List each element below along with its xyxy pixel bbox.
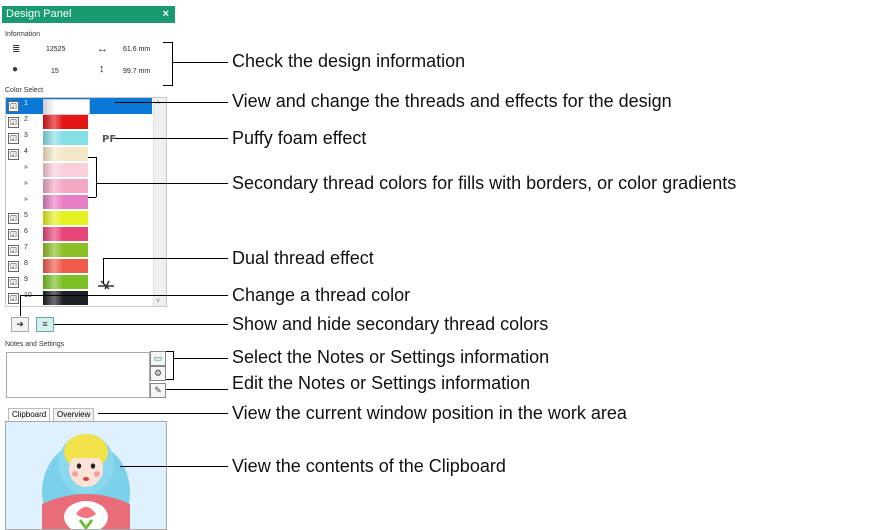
thread-color-swatch[interactable] bbox=[43, 243, 88, 257]
thread-visibility-checkbox[interactable]: ☑ bbox=[8, 277, 19, 288]
thread-color-swatch[interactable] bbox=[43, 163, 88, 177]
notes-text-area[interactable] bbox=[6, 352, 150, 398]
callout-overview-window: View the current window position in the … bbox=[232, 403, 627, 423]
thread-number: » bbox=[24, 164, 28, 171]
notes-settings-label: Notes and Settings bbox=[5, 341, 65, 348]
thread-color-swatch[interactable] bbox=[43, 275, 88, 289]
dual-thread-icon bbox=[98, 280, 114, 290]
thread-visibility-checkbox[interactable]: ☑ bbox=[8, 117, 19, 128]
clipboard-preview bbox=[5, 421, 167, 530]
height-arrow-icon: ↕ bbox=[99, 63, 105, 75]
callout-secondary-colors: Secondary thread colors for fills with b… bbox=[232, 173, 737, 193]
thread-color-swatch[interactable] bbox=[43, 115, 88, 129]
callout-dual-thread: Dual thread effect bbox=[232, 248, 374, 268]
thread-visibility-checkbox[interactable]: ☑ bbox=[8, 149, 19, 160]
thread-visibility-checkbox[interactable]: ☑ bbox=[8, 261, 19, 272]
thread-visibility-checkbox[interactable]: ☑ bbox=[8, 245, 19, 256]
thread-number: 1 bbox=[24, 100, 28, 107]
design-width: 61.6 mm bbox=[123, 46, 151, 53]
information-label: Information bbox=[5, 31, 41, 38]
panel-title-bar: Design Panel × bbox=[2, 6, 175, 23]
thread-number: 8 bbox=[24, 260, 28, 267]
thread-color-swatch[interactable] bbox=[43, 195, 88, 209]
color-count: 15 bbox=[51, 68, 59, 75]
close-icon[interactable]: × bbox=[163, 6, 169, 23]
color-select-list[interactable]: ☑1☑2☑3☑4»»»☑5☑6☑7☑8☑9☑10☑11 ˄ ˅ PF bbox=[5, 97, 167, 307]
callout-edit-notes-settings: Edit the Notes or Settings information bbox=[232, 373, 531, 393]
gear-icon[interactable]: ⚙ bbox=[150, 366, 166, 381]
pencil-icon[interactable]: ✎ bbox=[150, 383, 166, 398]
width-arrow-icon: ↔ bbox=[97, 43, 108, 55]
thread-row[interactable]: ☑ 5 bbox=[6, 210, 152, 226]
stitches-icon: ≣ bbox=[12, 44, 21, 55]
stitch-count: 12525 bbox=[46, 46, 66, 53]
thread-visibility-checkbox[interactable]: ☑ bbox=[8, 293, 19, 304]
thread-visibility-checkbox[interactable]: ☑ bbox=[8, 229, 19, 240]
callout-show-hide-secondary: Show and hide secondary thread colors bbox=[232, 314, 549, 334]
thread-row[interactable]: ☑ 7 bbox=[6, 242, 152, 258]
thread-visibility-checkbox[interactable]: ☑ bbox=[8, 213, 19, 224]
design-height: 99.7 mm bbox=[123, 68, 151, 75]
thread-color-swatch[interactable] bbox=[43, 131, 88, 145]
scroll-down-icon[interactable]: ˅ bbox=[156, 298, 160, 305]
thread-color-swatch[interactable] bbox=[43, 147, 88, 161]
thread-row[interactable]: ☑ 2 bbox=[6, 114, 152, 130]
thread-visibility-checkbox[interactable]: ☑ bbox=[8, 101, 19, 112]
color-select-label: Color Select bbox=[5, 87, 44, 94]
thread-row[interactable]: ☑ 1 bbox=[6, 98, 152, 115]
color-list-scrollbar[interactable]: ˄ ˅ bbox=[153, 98, 166, 306]
secondary-colors-toggle-icon[interactable]: ≡ bbox=[36, 317, 54, 332]
thread-number: 9 bbox=[24, 276, 28, 283]
matryoshka-doll-image bbox=[42, 434, 130, 529]
thread-number: 5 bbox=[24, 212, 28, 219]
thread-color-swatch[interactable] bbox=[43, 179, 88, 193]
thread-number: » bbox=[24, 196, 28, 203]
callout-design-information: Check the design information bbox=[232, 51, 466, 71]
thread-row[interactable]: » bbox=[6, 194, 152, 210]
thread-row[interactable]: » bbox=[6, 162, 152, 178]
thread-row[interactable]: ☑ 9 bbox=[6, 274, 152, 290]
thread-color-swatch[interactable] bbox=[43, 99, 90, 115]
thread-row[interactable]: ☑ 6 bbox=[6, 226, 152, 242]
thread-row[interactable]: ☑11 bbox=[6, 306, 152, 307]
tab-overview[interactable]: Overview bbox=[53, 408, 95, 421]
change-thread-color-icon[interactable]: ➜ bbox=[11, 317, 29, 332]
panel-title: Design Panel bbox=[6, 8, 72, 20]
thread-color-swatch[interactable] bbox=[43, 211, 88, 225]
tab-clipboard[interactable]: Clipboard bbox=[8, 408, 51, 421]
thread-color-swatch[interactable] bbox=[43, 227, 88, 241]
thread-number: 6 bbox=[24, 228, 28, 235]
palette-icon: ● bbox=[12, 64, 19, 75]
thread-number: » bbox=[24, 180, 28, 187]
thread-color-swatch[interactable] bbox=[43, 291, 88, 305]
puffy-foam-badge: PF bbox=[102, 134, 117, 145]
thread-number: 3 bbox=[24, 132, 28, 139]
thread-row[interactable]: ☑10 bbox=[6, 290, 152, 306]
thread-number: 7 bbox=[24, 244, 28, 251]
thread-number: 2 bbox=[24, 116, 28, 123]
thread-row[interactable]: ☑ 4 bbox=[6, 146, 152, 162]
thread-row[interactable]: » bbox=[6, 178, 152, 194]
callout-threads-effects: View and change the threads and effects … bbox=[232, 91, 672, 111]
thread-row[interactable]: ☑ 8 bbox=[6, 258, 152, 274]
notes-icon[interactable]: ▭ bbox=[150, 351, 166, 366]
callout-select-notes-settings: Select the Notes or Settings information bbox=[232, 347, 550, 367]
thread-number: 4 bbox=[24, 148, 28, 155]
callout-puffy-foam: Puffy foam effect bbox=[232, 128, 367, 148]
callout-change-thread-color: Change a thread color bbox=[232, 285, 411, 305]
thread-color-swatch[interactable] bbox=[43, 259, 88, 273]
thread-visibility-checkbox[interactable]: ☑ bbox=[8, 133, 19, 144]
callout-clipboard-contents: View the contents of the Clipboard bbox=[232, 456, 506, 476]
